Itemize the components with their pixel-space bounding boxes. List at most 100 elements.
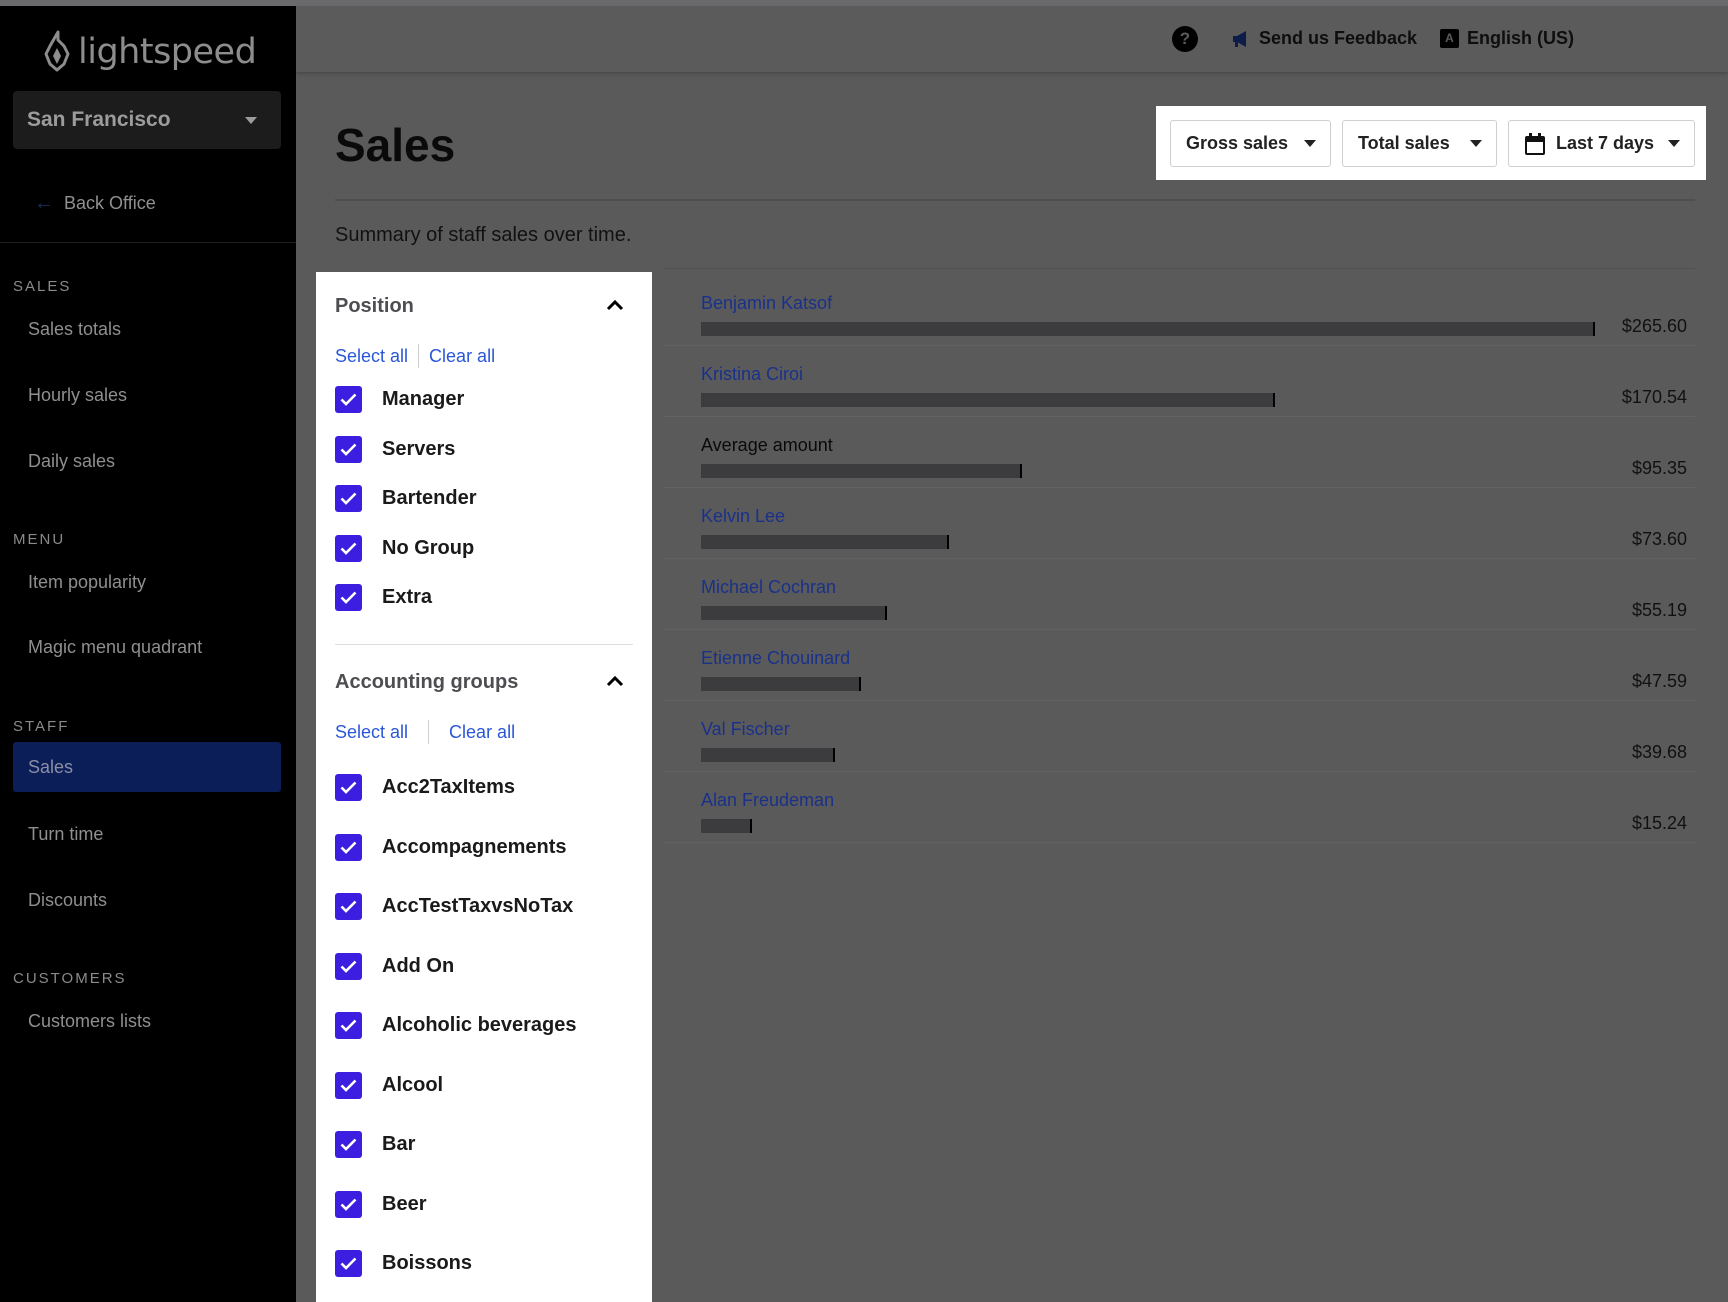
checkbox-checked[interactable] — [335, 952, 362, 980]
metric-dropdown[interactable]: Gross sales — [1170, 120, 1331, 167]
measure-dropdown[interactable]: Total sales — [1342, 120, 1497, 167]
checkbox-checked[interactable] — [335, 584, 362, 611]
sales-value: $55.19 — [1631, 600, 1687, 620]
position-option-label: Servers — [382, 437, 456, 460]
sidebar-item-item-popularity[interactable]: Item popularity — [28, 572, 146, 593]
position-option[interactable]: No Group — [335, 534, 474, 562]
accounting-clear-all-link[interactable]: Clear all — [449, 722, 515, 743]
staff-name-link[interactable]: Kristina Ciroi — [701, 364, 803, 385]
brand-logo[interactable]: lightspeed — [40, 24, 257, 80]
sidebar-section-sales: SALES — [13, 278, 72, 295]
sales-value: $95.35 — [1631, 458, 1687, 478]
sales-bar — [701, 819, 753, 833]
checkbox-checked[interactable] — [335, 534, 362, 562]
chart-row: Alan Freudeman $15.24 — [664, 772, 1695, 843]
checkmark-icon — [340, 1138, 357, 1151]
checkbox-checked[interactable] — [335, 485, 362, 512]
megaphone-icon — [1233, 30, 1246, 47]
accounting-select-all-link[interactable]: Select all — [335, 722, 408, 743]
checkbox-checked[interactable] — [335, 386, 362, 413]
checkbox-checked[interactable] — [335, 1012, 362, 1039]
sales-value: $15.24 — [1631, 813, 1687, 833]
checkmark-icon — [340, 542, 357, 555]
sidebar-item-staff-sales[interactable]: Sales — [13, 742, 281, 792]
checkbox-checked[interactable] — [335, 1190, 362, 1218]
staff-name-link[interactable]: Alan Freudeman — [701, 790, 834, 811]
position-option-label: Extra — [382, 586, 433, 608]
checkmark-icon — [340, 781, 357, 794]
position-clear-all-link[interactable]: Clear all — [429, 346, 495, 367]
sales-bar — [701, 606, 887, 620]
chart-row: Benjamin Katsof $265.60 — [664, 275, 1695, 346]
accounting-option[interactable]: Alcool — [335, 1071, 443, 1099]
report-controls: Gross sales Total sales Last 7 days — [1156, 106, 1706, 180]
sales-bar — [701, 677, 862, 691]
back-office-label: Back Office — [64, 193, 156, 213]
sales-bar — [701, 464, 1022, 478]
measure-dropdown-label: Total sales — [1358, 133, 1450, 153]
feedback-label: Send us Feedback — [1259, 28, 1418, 48]
chevron-up-icon[interactable] — [606, 675, 624, 687]
brand-name: lightspeed — [78, 32, 257, 72]
staff-name-link[interactable]: Michael Cochran — [701, 577, 836, 598]
location-selector[interactable]: San Francisco — [13, 91, 281, 149]
checkmark-icon — [340, 1257, 357, 1270]
chart-row: Average amount $95.35 — [664, 417, 1695, 488]
accounting-option-label: Beer — [382, 1192, 427, 1215]
checkmark-icon — [340, 492, 357, 505]
sidebar-item-customers-lists[interactable]: Customers lists — [28, 1011, 151, 1032]
sidebar: lightspeed San Francisco ← Back Office S… — [0, 6, 296, 1302]
staff-name-link[interactable]: Benjamin Katsof — [701, 293, 832, 314]
checkmark-icon — [340, 1019, 357, 1032]
chart-row: Michael Cochran $55.19 — [664, 559, 1695, 630]
accounting-option[interactable]: Boissons — [335, 1250, 472, 1277]
sidebar-section-staff: STAFF — [13, 718, 70, 735]
sidebar-item-turn-time[interactable]: Turn time — [28, 824, 103, 845]
staff-name-link[interactable]: Val Fischer — [701, 719, 790, 740]
position-option[interactable]: Extra — [335, 584, 432, 611]
checkbox-checked[interactable] — [335, 833, 362, 861]
checkbox-checked[interactable] — [335, 1071, 362, 1099]
chevron-up-icon[interactable] — [606, 299, 624, 311]
accounting-option[interactable]: Beer — [335, 1190, 427, 1218]
checkbox-checked[interactable] — [335, 1131, 362, 1158]
checkbox-checked[interactable] — [335, 1250, 362, 1277]
sidebar-section-menu: MENU — [13, 531, 66, 548]
checkbox-checked[interactable] — [335, 893, 362, 920]
sidebar-item-magic-menu-quadrant[interactable]: Magic menu quadrant — [28, 637, 202, 658]
sidebar-item-discounts[interactable]: Discounts — [28, 890, 107, 911]
sidebar-item-hourly-sales[interactable]: Hourly sales — [28, 385, 127, 406]
checkbox-checked[interactable] — [335, 774, 362, 801]
accounting-option[interactable]: Add On — [335, 952, 454, 980]
sidebar-item-daily-sales[interactable]: Daily sales — [28, 451, 115, 472]
accounting-option[interactable]: AccTestTaxvsNoTax — [335, 893, 573, 920]
language-selector[interactable]: A English (US) — [1440, 28, 1574, 49]
staff-name-link[interactable]: Etienne Chouinard — [701, 648, 850, 669]
language-label: English (US) — [1467, 28, 1574, 48]
accounting-option[interactable]: Alcoholic beverages — [335, 1012, 577, 1039]
accounting-option[interactable]: Accompagnements — [335, 833, 567, 861]
position-option[interactable]: Servers — [335, 435, 456, 463]
help-icon[interactable]: ? — [1172, 26, 1198, 52]
feedback-button[interactable]: Send us Feedback — [1231, 28, 1417, 49]
accounting-filter-title: Accounting groups — [335, 671, 519, 693]
back-office-link[interactable]: ← Back Office — [34, 192, 156, 215]
checkmark-icon — [340, 443, 357, 456]
sidebar-section-customers: CUSTOMERS — [13, 970, 127, 987]
position-option-label: Manager — [382, 388, 465, 410]
chevron-down-icon — [1304, 140, 1316, 147]
position-filter-title: Position — [335, 295, 414, 317]
staff-name-link[interactable]: Kelvin Lee — [701, 506, 785, 527]
accounting-filter-links: Select all Clear all — [335, 720, 515, 744]
sidebar-item-sales-totals[interactable]: Sales totals — [28, 319, 121, 340]
accounting-option[interactable]: Acc2TaxItems — [335, 774, 515, 801]
checkbox-checked[interactable] — [335, 435, 362, 463]
sales-value: $73.60 — [1631, 529, 1687, 549]
date-range-dropdown[interactable]: Last 7 days — [1508, 120, 1695, 167]
position-select-all-link[interactable]: Select all — [335, 346, 408, 367]
position-option[interactable]: Bartender — [335, 485, 476, 512]
chart-row: Kristina Ciroi $170.54 — [664, 346, 1695, 417]
checkmark-icon — [340, 591, 357, 604]
accounting-option[interactable]: Bar — [335, 1131, 415, 1158]
position-option[interactable]: Manager — [335, 386, 464, 413]
